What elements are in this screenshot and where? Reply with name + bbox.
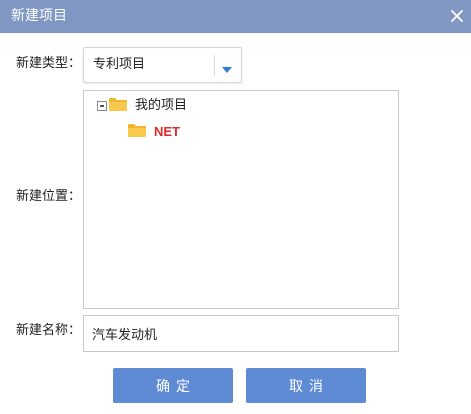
tree-node-root-label: 我的项目 [135,98,188,113]
tree-node-root[interactable]: 我的项目 [97,97,187,115]
dialog-title: 新建项目 [11,8,67,24]
tree-node-net-label: NET [154,124,180,139]
dialog-titlebar: 新建项目 [0,0,471,33]
location-label: 新建位置： [16,189,82,204]
select-divider [214,55,215,76]
chevron-down-icon[interactable] [222,62,232,77]
collapse-icon[interactable] [97,101,107,111]
new-project-dialog: 新建项目 新建类型： 专利项目 新建位置： 我的项目 NET 新建名称： 汽车发… [0,0,471,414]
name-input[interactable] [83,315,399,352]
name-label: 新建名称： [16,323,82,338]
cancel-button[interactable]: 取消 [246,368,366,403]
type-label: 新建类型： [16,56,82,71]
type-select-value: 专利项目 [93,57,146,72]
confirm-button[interactable]: 确定 [113,368,233,403]
tree-node-net[interactable]: NET [128,123,180,141]
type-select[interactable]: 专利项目 [83,47,242,83]
folder-icon [128,123,146,141]
folder-icon [109,97,127,115]
close-icon[interactable] [443,0,471,33]
location-tree[interactable]: 我的项目 NET [83,90,399,309]
